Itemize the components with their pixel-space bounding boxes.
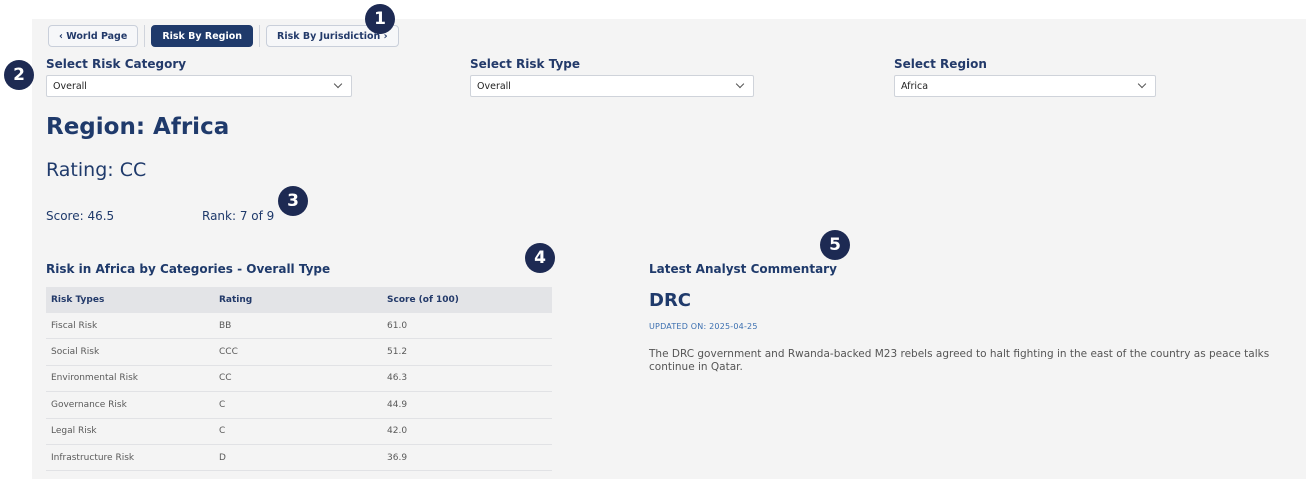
risk-type-label: Select Risk Type — [470, 57, 581, 71]
annotation-badge-2: 2 — [4, 60, 34, 90]
risk-category-label: Select Risk Category — [46, 57, 187, 71]
score-cell: 42.0 — [387, 426, 408, 437]
risk-type-value: Overall — [477, 80, 511, 92]
risk-table-title: Risk in Africa by Categories - Overall T… — [46, 262, 331, 276]
region-value: Africa — [901, 80, 929, 92]
page-tabs: ‹ World Page Risk By Region Risk By Juri… — [48, 25, 399, 47]
page-title: Region: Africa — [46, 114, 230, 140]
tab-divider — [144, 25, 146, 47]
risk-type-cell: Legal Risk — [51, 426, 97, 437]
region-rank: Rank: 7 of 9 — [202, 209, 275, 223]
rating-cell: BB — [219, 320, 232, 331]
chevron-down-icon — [1137, 79, 1147, 89]
commentary-subject: DRC — [649, 290, 692, 311]
chevron-down-icon — [735, 79, 745, 89]
risk-type-cell: Infrastructure Risk — [51, 452, 135, 463]
column-header-rating: Rating — [219, 295, 253, 305]
region-label: Select Region — [894, 57, 987, 71]
chevron-down-icon — [333, 79, 343, 89]
table-header: Risk Types Rating Score (of 100) — [46, 287, 552, 313]
risk-table: Risk Types Rating Score (of 100) Fiscal … — [46, 287, 552, 472]
commentary-updated-date: UPDATED ON: 2025-04-25 — [649, 322, 758, 331]
risk-type-cell: Fiscal Risk — [51, 320, 98, 331]
region-select[interactable]: Africa — [894, 75, 1156, 97]
commentary-body: The DRC government and Rwanda-backed M23… — [649, 348, 1270, 373]
rating-cell: CCC — [219, 347, 238, 358]
risk-category-select[interactable]: Overall — [46, 75, 352, 97]
rating-cell: CC — [219, 373, 232, 384]
risk-type-select[interactable]: Overall — [470, 75, 754, 97]
table-row: Legal Risk C 42.0 — [46, 419, 552, 445]
tab-divider — [259, 25, 261, 47]
annotation-badge-4: 4 — [525, 243, 555, 273]
region-score: Score: 46.5 — [46, 209, 115, 223]
rating-cell: C — [219, 399, 226, 410]
score-cell: 44.9 — [387, 399, 408, 410]
score-cell: 46.3 — [387, 373, 408, 384]
risk-type-cell: Environmental Risk — [51, 373, 138, 384]
annotation-badge-3: 3 — [278, 186, 308, 216]
score-cell: 61.0 — [387, 320, 408, 331]
column-header-score: Score (of 100) — [387, 295, 459, 305]
tab-world-page[interactable]: ‹ World Page — [48, 25, 139, 47]
rating-cell: C — [219, 426, 226, 437]
table-row: Infrastructure Risk D 36.9 — [46, 445, 552, 472]
commentary-title: Latest Analyst Commentary — [649, 262, 837, 276]
table-row: Fiscal Risk BB 61.0 — [46, 313, 552, 340]
score-cell: 36.9 — [387, 452, 408, 463]
region-rating: Rating: CC — [46, 159, 147, 181]
risk-type-cell: Social Risk — [51, 347, 100, 358]
column-header-risk-types: Risk Types — [51, 295, 105, 305]
table-row: Governance Risk C 44.9 — [46, 392, 552, 419]
table-row: Social Risk CCC 51.2 — [46, 339, 552, 366]
tab-risk-by-region[interactable]: Risk By Region — [151, 25, 254, 47]
risk-type-cell: Governance Risk — [51, 399, 127, 410]
rating-cell: D — [219, 452, 226, 463]
annotation-badge-5: 5 — [820, 230, 850, 260]
risk-category-value: Overall — [53, 80, 87, 92]
annotation-badge-1: 1 — [365, 4, 395, 34]
score-cell: 51.2 — [387, 347, 408, 358]
table-row: Environmental Risk CC 46.3 — [46, 366, 552, 393]
